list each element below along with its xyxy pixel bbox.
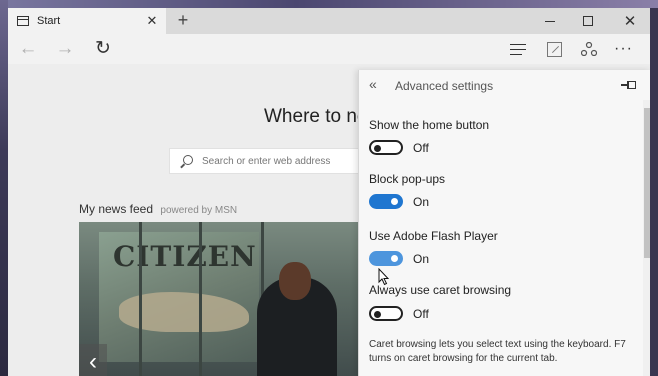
toggle-state-block-popups: On xyxy=(413,195,430,209)
setting-label-home-button: Show the home button xyxy=(369,118,490,132)
share-button[interactable] xyxy=(581,34,597,64)
hub-icon xyxy=(510,43,526,55)
tab-title: Start xyxy=(37,15,61,27)
poster-lettering: CITIZEN xyxy=(113,240,257,273)
minimize-button[interactable] xyxy=(530,8,570,34)
tab-start[interactable]: Start ✕ xyxy=(8,8,166,34)
toggle-home-button[interactable] xyxy=(369,140,403,155)
desktop-background-left xyxy=(0,0,8,376)
window-frame xyxy=(139,222,142,376)
person-head xyxy=(279,262,311,300)
search-input[interactable]: Search or enter web address xyxy=(202,156,330,167)
back-button[interactable]: ← xyxy=(16,39,40,59)
setting-label-flash-player: Use Adobe Flash Player xyxy=(369,229,498,243)
more-button[interactable]: ··· xyxy=(614,34,633,64)
toggle-block-popups[interactable] xyxy=(369,194,403,209)
new-tab-button[interactable]: + xyxy=(172,9,194,33)
share-icon xyxy=(581,42,597,56)
refresh-button[interactable]: ↻ xyxy=(91,39,115,59)
toggle-knob xyxy=(374,310,381,318)
toggle-knob xyxy=(391,255,398,262)
news-feed-title: My news feed powered by MSN xyxy=(79,202,237,216)
toggle-flash-player[interactable] xyxy=(369,251,403,266)
maximize-icon xyxy=(583,16,593,26)
setting-label-block-popups: Block pop-ups xyxy=(369,172,446,186)
panel-header: « Advanced settings xyxy=(359,70,650,100)
news-image[interactable]: CITIZEN ‹ xyxy=(79,222,359,376)
advanced-settings-panel: « Advanced settings Show the home button… xyxy=(358,70,650,376)
minimize-icon xyxy=(545,20,555,22)
panel-title: Advanced settings xyxy=(395,79,494,93)
news-prev-button[interactable]: ‹ xyxy=(79,344,107,376)
page-headline: Where to ne xyxy=(264,106,368,127)
forward-button[interactable]: → xyxy=(53,39,77,59)
hub-button[interactable] xyxy=(510,34,526,64)
close-tab-icon[interactable]: ✕ xyxy=(144,13,160,29)
browser-window: Start ✕ + ✕ ← → ↻ ··· Where to ne Search… xyxy=(8,8,650,376)
web-note-button[interactable] xyxy=(547,34,562,64)
close-window-button[interactable]: ✕ xyxy=(610,8,650,34)
toggle-knob xyxy=(374,144,381,152)
caret-browsing-description: Caret browsing lets you select text usin… xyxy=(369,339,626,364)
tab-strip: Start ✕ + ✕ xyxy=(8,8,650,34)
panel-scroll-thumb[interactable] xyxy=(644,108,650,258)
window-frame xyxy=(199,222,202,376)
toggle-knob xyxy=(391,198,398,205)
desktop-background-top xyxy=(0,0,658,8)
web-note-icon xyxy=(547,41,562,57)
setting-label-caret-browsing: Always use caret browsing xyxy=(369,283,512,297)
toggle-state-caret-browsing: Off xyxy=(413,307,429,321)
navigation-bar: ← → ↻ ··· xyxy=(8,34,650,64)
toggle-state-flash-player: On xyxy=(413,252,430,266)
back-icon[interactable]: « xyxy=(369,76,377,92)
search-icon xyxy=(180,154,193,168)
pin-icon[interactable] xyxy=(621,81,636,89)
toggle-caret-browsing[interactable] xyxy=(369,306,403,321)
close-icon: ✕ xyxy=(623,12,637,30)
feed-powered-by: powered by MSN xyxy=(160,205,238,216)
toggle-state-home-button: Off xyxy=(413,141,429,155)
page-icon xyxy=(17,16,29,26)
more-icon: ··· xyxy=(614,40,633,57)
news-feed-label: My news feed xyxy=(79,202,154,216)
maximize-button[interactable] xyxy=(568,8,608,34)
